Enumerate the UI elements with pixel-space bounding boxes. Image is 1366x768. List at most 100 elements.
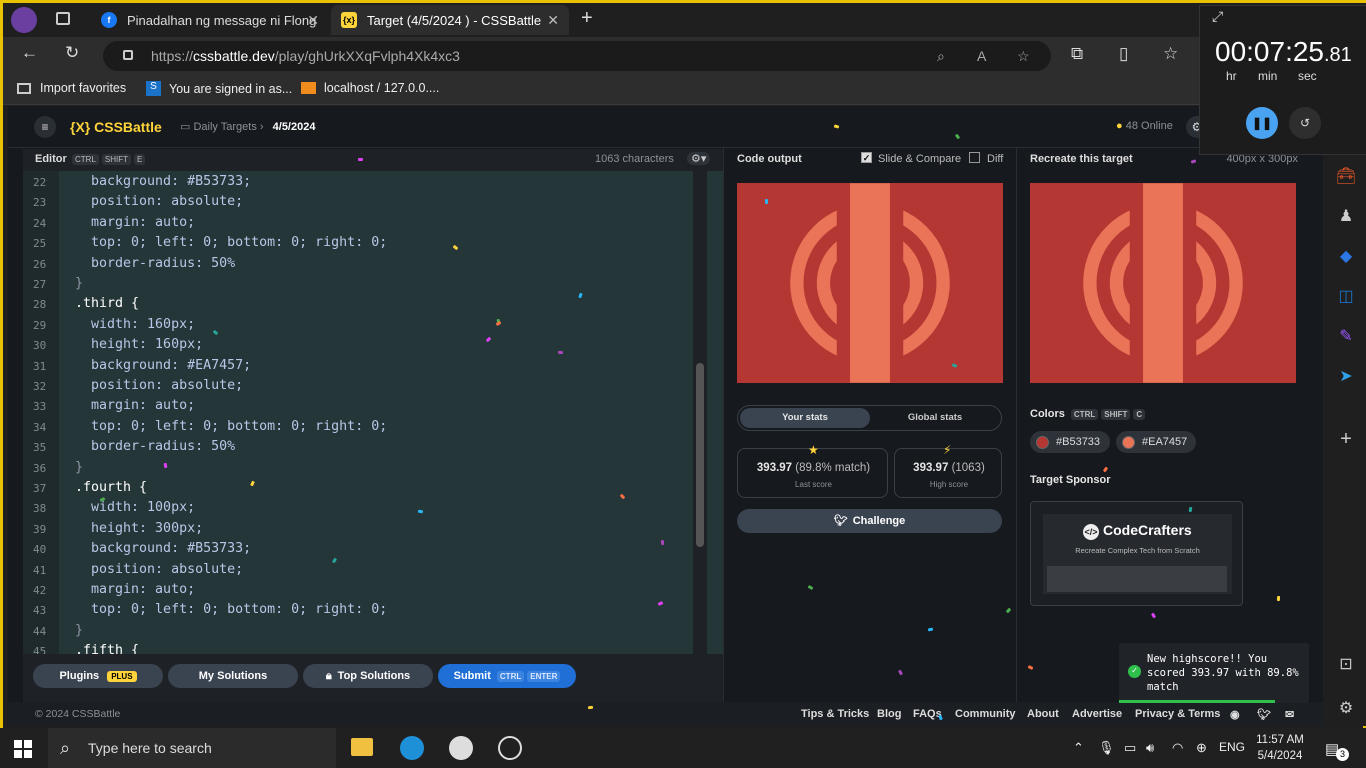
app-header: ≡ {X} CSSBattle ▭ Daily Targets › 4/5/20… [8, 106, 1323, 148]
designer-icon[interactable]: ✎ [1336, 326, 1356, 346]
scroll-thumb[interactable] [696, 363, 704, 547]
favorites-icon[interactable]: ☆ [1163, 44, 1178, 64]
plugins-label: Plugins [59, 670, 100, 682]
favorite-import[interactable]: Import favorites [17, 81, 126, 95]
slide-compare-checkbox[interactable]: ✓ [861, 152, 872, 163]
search-icon: ⌕ [60, 738, 71, 758]
color-chip-salmon[interactable]: #EA7457 [1116, 431, 1196, 453]
sponsor-banner: </> CodeCrafters Recreate Complex Tech fr… [1043, 514, 1232, 594]
mail-icon[interactable]: ✉ [1285, 708, 1294, 721]
footer-link-advertise[interactable]: Advertise [1072, 708, 1122, 720]
language-indicator[interactable]: ENG [1219, 740, 1245, 754]
top-solutions-label: Top Solutions [337, 670, 411, 682]
tab-your-stats[interactable]: Your stats [740, 408, 870, 428]
page-footer: © 2024 CSSBattle Tips & Tricks Blog FAQs… [8, 702, 1323, 726]
diff-checkbox[interactable] [969, 152, 980, 163]
add-sidebar-icon[interactable]: + [1336, 428, 1356, 450]
clock-time: 11:57 AM [1256, 734, 1304, 746]
url-host: cssbattle.dev [193, 48, 275, 64]
clock-app-icon[interactable] [449, 736, 473, 760]
footer-link-community[interactable]: Community [955, 708, 1016, 720]
pause-button[interactable]: ❚❚ [1246, 107, 1278, 139]
reset-button[interactable]: ↺ [1289, 107, 1321, 139]
discord-icon[interactable]: ◉ [1230, 708, 1240, 721]
network-icon[interactable]: ⊕ [1196, 740, 1207, 756]
line-number: 37 [33, 482, 47, 495]
volume-icon[interactable]: 🔊︎ [1146, 740, 1154, 756]
favorites-bar: Import favorites S You are signed in as.… [3, 73, 1366, 105]
split-screen-icon[interactable]: ▯ [1119, 44, 1128, 64]
favorite-label: You are signed in as... [169, 81, 293, 96]
extensions-icon[interactable]: ⧉ [1071, 44, 1083, 64]
cssbattle-icon: {x} [341, 12, 357, 28]
favorite-signed-in[interactable]: S You are signed in as... [146, 81, 292, 96]
tab-facebook[interactable]: f Pinadalhan ng message ni Flong ✕ [91, 5, 329, 35]
target-title: Recreate this target [1030, 153, 1133, 165]
footer-link-tips[interactable]: Tips & Tricks [801, 708, 869, 720]
editor-settings-icon[interactable]: ⚙▾ [687, 152, 711, 165]
breadcrumb-daily-targets[interactable]: Daily Targets [193, 121, 256, 133]
close-tab-icon[interactable]: ✕ [307, 12, 319, 29]
code-output-canvas[interactable] [737, 183, 1003, 383]
favorite-star-icon[interactable]: ☆ [1017, 41, 1030, 71]
games-icon[interactable]: ♟ [1336, 206, 1356, 226]
url-bar[interactable]: https://cssbattle.dev/play/ghUrkXXqFvlph… [103, 41, 1051, 71]
wifi-icon[interactable]: ◠ [1172, 740, 1183, 756]
line-number: 36 [33, 461, 47, 475]
meet-icon[interactable]: ▭ [1124, 740, 1136, 756]
top-solutions-button[interactable]: 🔒︎ Top Solutions [303, 664, 433, 688]
mic-icon[interactable]: 🎙︎ [1098, 740, 1115, 756]
footer-link-about[interactable]: About [1027, 708, 1059, 720]
line-number: 40 [33, 543, 47, 557]
file-explorer-icon[interactable] [351, 738, 373, 756]
back-icon[interactable]: ← [21, 43, 38, 63]
profile-avatar[interactable] [11, 7, 37, 33]
sidebar-settings-icon[interactable]: ⚙ [1336, 698, 1356, 718]
screen-recorder-icon[interactable] [498, 736, 522, 760]
target-canvas[interactable] [1030, 183, 1296, 383]
refresh-icon[interactable]: ↻ [65, 43, 79, 63]
kbd-ctrl: CTRL [1070, 409, 1099, 420]
code-line: top: 0; left: 0; bottom: 0; right: 0; [75, 602, 388, 618]
lock-icon[interactable] [123, 50, 133, 60]
favorite-localhost[interactable]: localhost / 127.0.0.... [301, 81, 439, 95]
shopping-icon[interactable]: 🧰︎ [1336, 166, 1356, 186]
outlook-icon[interactable]: ◫ [1336, 286, 1356, 306]
url-prefix: https:// [151, 48, 194, 64]
hide-sidebar-icon[interactable]: ⊡ [1336, 654, 1356, 674]
menu-icon[interactable]: ≡ [34, 116, 56, 138]
logo-text: CSSBattle [94, 119, 162, 135]
new-tab-icon[interactable]: + [581, 7, 593, 30]
plugins-button[interactable]: Plugins PLUS [33, 664, 163, 688]
send-icon[interactable]: ➤ [1336, 366, 1356, 386]
code-line: border-radius: 50% [75, 439, 236, 455]
tab-actions-icon[interactable] [56, 12, 70, 25]
my-solutions-button[interactable]: My Solutions [168, 664, 298, 688]
expand-icon[interactable]: ⤢ [1212, 8, 1223, 25]
footer-link-privacy[interactable]: Privacy & Terms [1135, 708, 1220, 720]
tab-global-stats[interactable]: Global stats [870, 408, 1000, 428]
app-logo[interactable]: {X} CSSBattle [70, 119, 162, 135]
tray-chevron-icon[interactable]: ⌃ [1073, 740, 1084, 756]
copilot-icon[interactable]: ◆ [1336, 246, 1356, 266]
target-drawing [1030, 183, 1296, 383]
sponsor-card[interactable]: </> CodeCrafters Recreate Complex Tech fr… [1030, 501, 1243, 606]
taskbar-search[interactable]: ⌕ Type here to search [48, 728, 336, 768]
confetti-piece [587, 705, 594, 710]
clock[interactable]: 11:57 AM 5/4/2024 [1250, 732, 1310, 764]
editor-scrollbar[interactable] [693, 171, 707, 656]
color-chip-red[interactable]: #B53733 [1030, 431, 1110, 453]
footer-link-faqs[interactable]: FAQs [913, 708, 942, 720]
edge-icon[interactable] [400, 736, 424, 760]
read-aloud-icon[interactable]: A [977, 41, 986, 71]
submit-button[interactable]: Submit CTRL ENTER [438, 664, 576, 688]
zoom-icon[interactable]: ⌕ [937, 41, 945, 71]
close-tab-icon[interactable]: ✕ [547, 12, 559, 29]
windows-start-icon[interactable] [14, 740, 32, 758]
code-editor[interactable]: 22 23 24 25 26 27 28 29 30 31 32 33 34 35 36 37 38 39 40 41… [23, 171, 723, 656]
twitter-icon[interactable]: 🐦︎ [1257, 708, 1271, 721]
challenge-button[interactable]: 🐦︎ Challenge [737, 509, 1002, 533]
high-score-card: ⚡︎ 393.97 (1063) High score [894, 443, 1002, 498]
footer-link-blog[interactable]: Blog [877, 708, 901, 720]
tab-cssbattle[interactable]: {x} Target (4/5/2024 ) - CSSBattle ✕ [331, 5, 569, 35]
